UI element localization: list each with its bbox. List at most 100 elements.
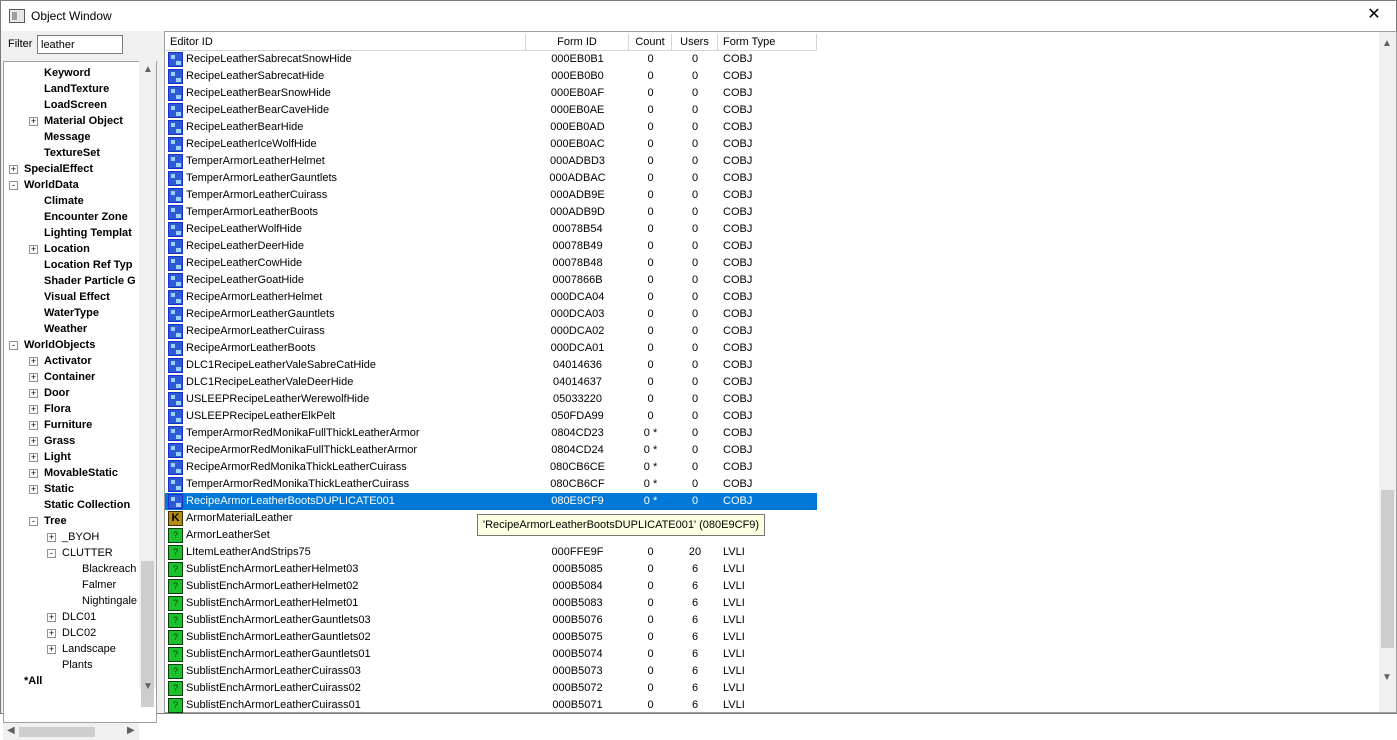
tree-item[interactable]: SpecialEffect <box>24 161 93 177</box>
table-row[interactable]: ? SublistEnchArmorLeatherGauntlets01 000B5… <box>165 646 817 663</box>
tree-item[interactable]: WaterType <box>44 305 99 321</box>
table-row[interactable]: RecipeLeatherWolfHide 00078B54 0 0 COBJ <box>165 221 817 238</box>
table-row[interactable]: USLEEPRecipeLeatherWerewolfHide 05033220 0… <box>165 391 817 408</box>
tree-item[interactable]: Plants <box>62 657 93 673</box>
list-scroll-down-icon[interactable]: ▼ <box>1382 672 1392 683</box>
tree-item[interactable]: Visual Effect <box>44 289 110 305</box>
table-row[interactable]: ? SublistEnchArmorLeatherHelmet03 000B5085… <box>165 561 817 578</box>
tree-item[interactable]: Landscape <box>62 641 116 657</box>
expand-icon[interactable]: + <box>29 117 38 126</box>
table-row[interactable]: RecipeArmorRedMonikaFullThickLeatherArmo… <box>165 442 817 459</box>
expand-icon[interactable]: + <box>47 629 56 638</box>
tree-item[interactable]: WorldData <box>24 177 79 193</box>
tree-item[interactable]: CLUTTER <box>62 545 113 561</box>
table-row[interactable]: TemperArmorRedMonikaThickLeatherCuirass 0… <box>165 476 817 493</box>
table-row[interactable]: ? SublistEnchArmorLeatherCuirass03 000B507… <box>165 663 817 680</box>
table-row[interactable]: USLEEPRecipeLeatherElkPelt 050FDA99 0 0 COBJ <box>165 408 817 425</box>
table-row[interactable]: RecipeArmorLeatherBoots 000DCA01 0 0 COBJ <box>165 340 817 357</box>
tree-item[interactable]: Keyword <box>44 65 90 81</box>
table-row[interactable]: ? SublistEnchArmorLeatherHelmet02 000B5084… <box>165 578 817 595</box>
tree-item[interactable]: Static <box>44 481 74 497</box>
tree-item[interactable]: Climate <box>44 193 84 209</box>
table-row[interactable]: TemperArmorRedMonikaFullThickLeatherArmo… <box>165 425 817 442</box>
tree-item[interactable]: Furniture <box>44 417 92 433</box>
tree-item[interactable]: Activator <box>44 353 92 369</box>
tree-item[interactable]: DLC02 <box>62 625 96 641</box>
expand-icon[interactable]: + <box>29 389 38 398</box>
tree-item[interactable]: Blackreach <box>82 561 136 577</box>
column-header-form-id[interactable]: Form ID <box>526 34 629 51</box>
scroll-down-icon[interactable]: ▼ <box>143 681 153 692</box>
table-row[interactable]: TemperArmorLeatherHelmet 000ADBD3 0 0 COBJ <box>165 153 817 170</box>
category-tree[interactable]: Keyword LandTexture LoadScreen + Material Ob… <box>3 61 157 723</box>
column-header-editor-id[interactable]: Editor ID <box>165 34 526 51</box>
filter-input[interactable] <box>37 35 123 54</box>
table-row[interactable]: TemperArmorLeatherCuirass 000ADB9E 0 0 COBJ <box>165 187 817 204</box>
expand-icon[interactable]: + <box>29 453 38 462</box>
collapse-icon[interactable]: - <box>9 341 18 350</box>
table-row[interactable]: DLC1RecipeLeatherValeSabreCatHide 0401463… <box>165 357 817 374</box>
tree-item[interactable]: DLC01 <box>62 609 96 625</box>
table-row[interactable]: RecipeArmorLeatherGauntlets 000DCA03 0 0 COB… <box>165 306 817 323</box>
expand-icon[interactable]: + <box>29 245 38 254</box>
collapse-icon[interactable]: - <box>9 181 18 190</box>
scroll-up-icon[interactable]: ▲ <box>143 64 153 75</box>
tree-item[interactable]: Container <box>44 369 95 385</box>
tree-item[interactable]: MovableStatic <box>44 465 118 481</box>
table-row[interactable]: ? SublistEnchArmorLeatherCuirass01 000B507… <box>165 697 817 713</box>
tree-item[interactable]: Grass <box>44 433 75 449</box>
tree-item[interactable]: Shader Particle G <box>44 273 136 289</box>
collapse-icon[interactable]: - <box>47 549 56 558</box>
tree-item[interactable]: Weather <box>44 321 87 337</box>
table-row[interactable]: RecipeLeatherBearCaveHide 000EB0AE 0 0 COBJ <box>165 102 817 119</box>
expand-icon[interactable]: + <box>29 405 38 414</box>
tree-item[interactable]: WorldObjects <box>24 337 95 353</box>
tree-item[interactable]: Location Ref Typ <box>44 257 132 273</box>
table-row[interactable]: RecipeLeatherBearHide 000EB0AD 0 0 COBJ <box>165 119 817 136</box>
table-row[interactable]: RecipeLeatherDeerHide 00078B49 0 0 COBJ <box>165 238 817 255</box>
expand-icon[interactable]: + <box>47 645 56 654</box>
table-row[interactable]: RecipeArmorLeatherHelmet 000DCA04 0 0 COBJ <box>165 289 817 306</box>
table-row[interactable]: RecipeLeatherSabrecatHide 000EB0B0 0 0 COBJ <box>165 68 817 85</box>
close-icon[interactable]: ✕ <box>1352 1 1396 31</box>
tree-item[interactable]: Location <box>44 241 90 257</box>
table-row[interactable]: RecipeArmorLeatherBootsDUPLICATE001 080E9… <box>165 493 817 510</box>
expand-icon[interactable]: + <box>29 469 38 478</box>
expand-icon[interactable]: + <box>29 421 38 430</box>
table-row[interactable]: RecipeLeatherCowHide 00078B48 0 0 COBJ <box>165 255 817 272</box>
table-row[interactable]: ? LItemLeatherAndStrips75 000FFE9F 0 20 LVLI <box>165 544 817 561</box>
tree-item[interactable]: Material Object <box>44 113 123 129</box>
expand-icon[interactable]: + <box>29 357 38 366</box>
table-row[interactable]: ? SublistEnchArmorLeatherHelmet01 000B5083… <box>165 595 817 612</box>
expand-icon[interactable]: + <box>29 373 38 382</box>
table-row[interactable]: ? SublistEnchArmorLeatherGauntlets02 000B5… <box>165 629 817 646</box>
scroll-left-icon[interactable]: ◀ <box>7 725 15 736</box>
table-row[interactable]: RecipeLeatherBearSnowHide 000EB0AF 0 0 COBJ <box>165 85 817 102</box>
tree-item[interactable]: Light <box>44 449 71 465</box>
table-row[interactable]: TemperArmorLeatherGauntlets 000ADBAC 0 0 COB… <box>165 170 817 187</box>
tree-horizontal-scroll-thumb[interactable] <box>19 727 95 737</box>
table-row[interactable]: RecipeLeatherIceWolfHide 000EB0AC 0 0 COBJ <box>165 136 817 153</box>
table-row[interactable]: ? SublistEnchArmorLeatherCuirass02 000B507… <box>165 680 817 697</box>
tree-item[interactable]: Door <box>44 385 70 401</box>
tree-item[interactable]: Falmer <box>82 577 116 593</box>
table-row[interactable]: RecipeArmorRedMonikaThickLeatherCuirass 0… <box>165 459 817 476</box>
table-row[interactable]: DLC1RecipeLeatherValeDeerHide 04014637 0 0 C… <box>165 374 817 391</box>
collapse-icon[interactable]: - <box>29 517 38 526</box>
list-scroll-up-icon[interactable]: ▲ <box>1382 38 1392 49</box>
table-row[interactable]: RecipeLeatherSabrecatSnowHide 000EB0B1 0 0 C… <box>165 51 817 68</box>
expand-icon[interactable]: + <box>29 437 38 446</box>
list-vertical-scroll-thumb[interactable] <box>1381 490 1394 648</box>
tree-item[interactable]: Lighting Templat <box>44 225 132 241</box>
tree-item[interactable]: LandTexture <box>44 81 109 97</box>
tree-item[interactable]: Tree <box>44 513 67 529</box>
expand-icon[interactable]: + <box>47 533 56 542</box>
list-vertical-scrollbar[interactable]: ▲ ▼ <box>1379 32 1396 712</box>
table-row[interactable]: TemperArmorLeatherBoots 000ADB9D 0 0 COBJ <box>165 204 817 221</box>
scroll-right-icon[interactable]: ▶ <box>127 725 135 736</box>
column-header-form-type[interactable]: Form Type <box>718 34 817 51</box>
expand-icon[interactable]: + <box>47 613 56 622</box>
tree-item[interactable]: Message <box>44 129 90 145</box>
table-row[interactable]: ? SublistEnchArmorLeatherGauntlets03 000B5… <box>165 612 817 629</box>
expand-icon[interactable]: + <box>29 485 38 494</box>
